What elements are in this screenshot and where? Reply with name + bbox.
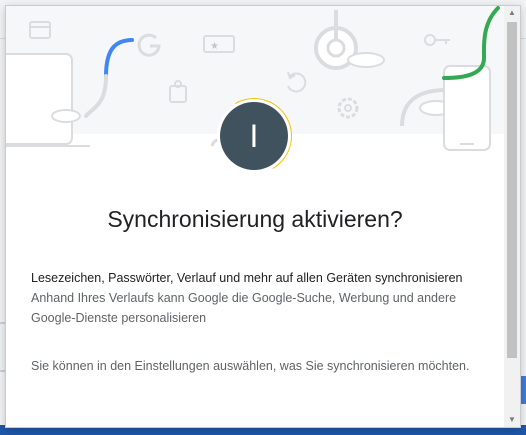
scroll-down-arrow-icon[interactable]: ▼ [504,413,520,427]
sync-description: Lesezeichen, Passwörter, Verlauf und meh… [31,271,463,285]
sync-icon [287,71,307,93]
browser-window-icon [29,21,51,39]
gear-icon [337,97,359,119]
laptop-icon [6,53,90,147]
google-g-icon [137,33,161,57]
settings-hint: Sie können in den Einstellungen auswähle… [31,359,470,373]
ticket-icon: ★ [203,35,235,53]
blue-path [104,38,134,78]
sync-dialog: ★ I Synchronisierung aktivieren? Lesezei… [6,6,520,427]
puzzle-icon [169,80,187,103]
scroll-up-arrow-icon[interactable]: ▲ [504,6,520,20]
personalization-description: Anhand Ihres Verlaufs kann Google die Go… [31,291,457,325]
key-icon [424,34,450,46]
vertical-scrollbar[interactable]: ▲ ▼ [504,6,520,427]
avatar-initial: I [249,117,259,154]
dialog-title: Synchronisierung aktivieren? [107,206,403,232]
svg-text:★: ★ [210,41,219,52]
scrollbar-thumb[interactable] [507,22,517,358]
account-avatar: I [220,102,288,170]
